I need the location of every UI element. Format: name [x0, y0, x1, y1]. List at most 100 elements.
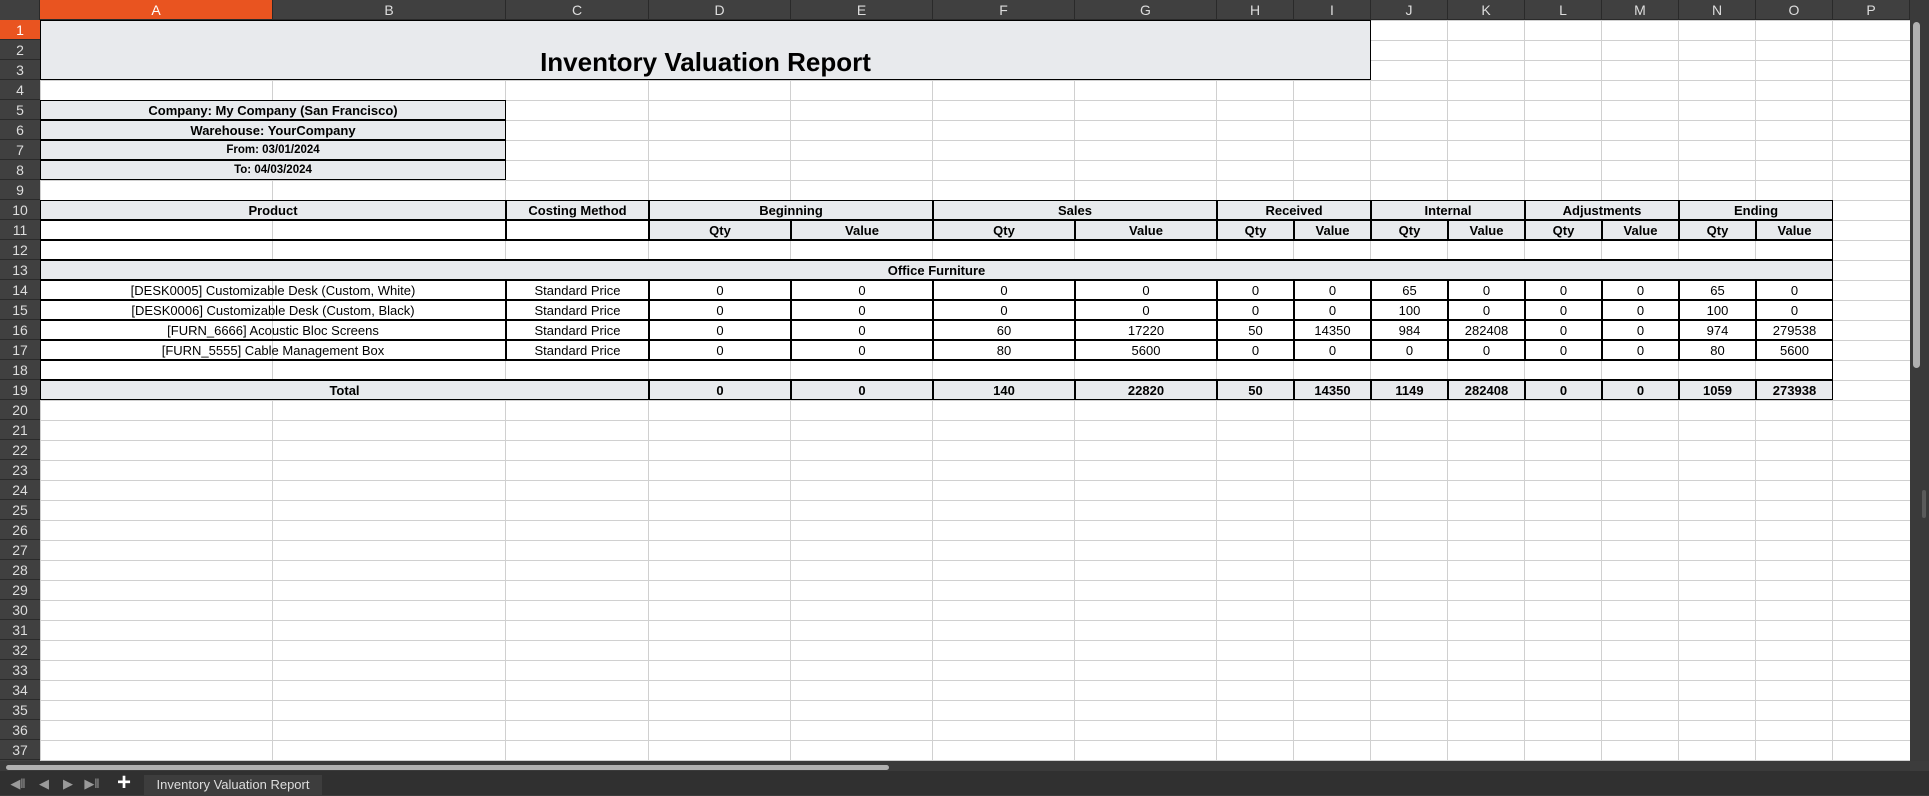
- value-cell[interactable]: 0: [649, 280, 791, 300]
- row-header-25[interactable]: 25: [0, 500, 40, 520]
- row-header-37[interactable]: 37: [0, 740, 40, 760]
- value-cell[interactable]: 80: [933, 340, 1075, 360]
- value-cell[interactable]: 0: [1525, 320, 1602, 340]
- value-subheader[interactable]: Value: [1602, 220, 1679, 240]
- value-cell[interactable]: 974: [1679, 320, 1756, 340]
- row-header-28[interactable]: 28: [0, 560, 40, 580]
- column-header-d[interactable]: D: [649, 0, 791, 20]
- value-cell[interactable]: 0: [933, 280, 1075, 300]
- value-cell[interactable]: 0: [1756, 280, 1833, 300]
- value-cell[interactable]: 0: [1075, 300, 1217, 320]
- column-header-j[interactable]: J: [1371, 0, 1448, 20]
- qty-subheader[interactable]: Qty: [1525, 220, 1602, 240]
- value-cell[interactable]: 0: [933, 300, 1075, 320]
- product-name-cell[interactable]: [FURN_6666] Acoustic Bloc Screens: [40, 320, 506, 340]
- qty-subheader[interactable]: Qty: [1371, 220, 1448, 240]
- value-cell[interactable]: 282408: [1448, 320, 1525, 340]
- total-value-cell[interactable]: 140: [933, 380, 1075, 400]
- spacer-row[interactable]: [40, 360, 1833, 380]
- total-value-cell[interactable]: 0: [1525, 380, 1602, 400]
- column-header-h[interactable]: H: [1217, 0, 1294, 20]
- value-subheader[interactable]: Value: [1075, 220, 1217, 240]
- total-value-cell[interactable]: 50: [1217, 380, 1294, 400]
- column-header-p[interactable]: P: [1833, 0, 1910, 20]
- value-cell[interactable]: 0: [1756, 300, 1833, 320]
- row-header-14[interactable]: 14: [0, 280, 40, 300]
- category-header[interactable]: Office Furniture: [40, 260, 1833, 280]
- total-value-cell[interactable]: 14350: [1294, 380, 1371, 400]
- value-cell[interactable]: 0: [1294, 300, 1371, 320]
- row-header-1[interactable]: 1: [0, 20, 40, 40]
- product-header[interactable]: Product: [40, 200, 506, 220]
- horizontal-scroll-thumb[interactable]: [6, 765, 889, 770]
- total-label[interactable]: Total: [40, 380, 649, 400]
- row-header-8[interactable]: 8: [0, 160, 40, 180]
- column-header-k[interactable]: K: [1448, 0, 1525, 20]
- value-cell[interactable]: 0: [649, 320, 791, 340]
- value-cell[interactable]: 80: [1679, 340, 1756, 360]
- prev-sheet-icon[interactable]: ◀: [35, 775, 53, 793]
- row-header-34[interactable]: 34: [0, 680, 40, 700]
- value-cell[interactable]: 0: [1525, 300, 1602, 320]
- total-value-cell[interactable]: 273938: [1756, 380, 1833, 400]
- row-header-3[interactable]: 3: [0, 60, 40, 80]
- column-header-m[interactable]: M: [1602, 0, 1679, 20]
- value-cell[interactable]: 0: [649, 340, 791, 360]
- value-cell[interactable]: 279538: [1756, 320, 1833, 340]
- value-cell[interactable]: 100: [1371, 300, 1448, 320]
- row-header-31[interactable]: 31: [0, 620, 40, 640]
- row-header-11[interactable]: 11: [0, 220, 40, 240]
- total-value-cell[interactable]: 0: [1602, 380, 1679, 400]
- row-header-27[interactable]: 27: [0, 540, 40, 560]
- group-header-sales[interactable]: Sales: [933, 200, 1217, 220]
- column-header-o[interactable]: O: [1756, 0, 1833, 20]
- value-cell[interactable]: 0: [791, 320, 933, 340]
- row-header-22[interactable]: 22: [0, 440, 40, 460]
- product-name-cell[interactable]: [FURN_5555] Cable Management Box: [40, 340, 506, 360]
- qty-subheader[interactable]: Qty: [1217, 220, 1294, 240]
- product-name-cell[interactable]: [DESK0006] Customizable Desk (Custom, Bl…: [40, 300, 506, 320]
- value-cell[interactable]: 0: [1448, 340, 1525, 360]
- row-header-18[interactable]: 18: [0, 360, 40, 380]
- row-header-36[interactable]: 36: [0, 720, 40, 740]
- next-sheet-icon[interactable]: ▶: [59, 775, 77, 793]
- value-cell[interactable]: 5600: [1756, 340, 1833, 360]
- value-cell[interactable]: 0: [791, 280, 933, 300]
- company-label[interactable]: Company: My Company (San Francisco): [40, 100, 506, 120]
- value-cell[interactable]: 0: [1602, 280, 1679, 300]
- row-header-26[interactable]: 26: [0, 520, 40, 540]
- value-cell[interactable]: 0: [1602, 340, 1679, 360]
- column-header-e[interactable]: E: [791, 0, 933, 20]
- value-cell[interactable]: 0: [791, 300, 933, 320]
- value-cell[interactable]: 0: [1448, 280, 1525, 300]
- value-cell[interactable]: 0: [1294, 280, 1371, 300]
- group-header-received[interactable]: Received: [1217, 200, 1371, 220]
- value-cell[interactable]: 100: [1679, 300, 1756, 320]
- value-cell[interactable]: 0: [649, 300, 791, 320]
- value-cell[interactable]: 65: [1371, 280, 1448, 300]
- column-header-i[interactable]: I: [1294, 0, 1371, 20]
- value-cell[interactable]: 0: [1075, 280, 1217, 300]
- row-header-2[interactable]: 2: [0, 40, 40, 60]
- costing-method-cell[interactable]: Standard Price: [506, 340, 649, 360]
- row-header-30[interactable]: 30: [0, 600, 40, 620]
- column-header-g[interactable]: G: [1075, 0, 1217, 20]
- qty-subheader[interactable]: Qty: [649, 220, 791, 240]
- row-header-13[interactable]: 13: [0, 260, 40, 280]
- costing-method-cell[interactable]: Standard Price: [506, 280, 649, 300]
- qty-subheader[interactable]: Qty: [1679, 220, 1756, 240]
- sheet-tab[interactable]: Inventory Valuation Report: [144, 775, 322, 795]
- value-subheader[interactable]: Value: [1448, 220, 1525, 240]
- last-sheet-icon[interactable]: ▶‖: [83, 775, 101, 793]
- group-header-beginning[interactable]: Beginning: [649, 200, 933, 220]
- value-cell[interactable]: 0: [1525, 280, 1602, 300]
- row-header-16[interactable]: 16: [0, 320, 40, 340]
- value-cell[interactable]: 14350: [1294, 320, 1371, 340]
- value-cell[interactable]: 0: [1371, 340, 1448, 360]
- value-cell[interactable]: 0: [1217, 280, 1294, 300]
- from-date-label[interactable]: From: 03/01/2024: [40, 140, 506, 160]
- total-value-cell[interactable]: 1059: [1679, 380, 1756, 400]
- to-date-label[interactable]: To: 04/03/2024: [40, 160, 506, 180]
- row-header-12[interactable]: 12: [0, 240, 40, 260]
- row-header-4[interactable]: 4: [0, 80, 40, 100]
